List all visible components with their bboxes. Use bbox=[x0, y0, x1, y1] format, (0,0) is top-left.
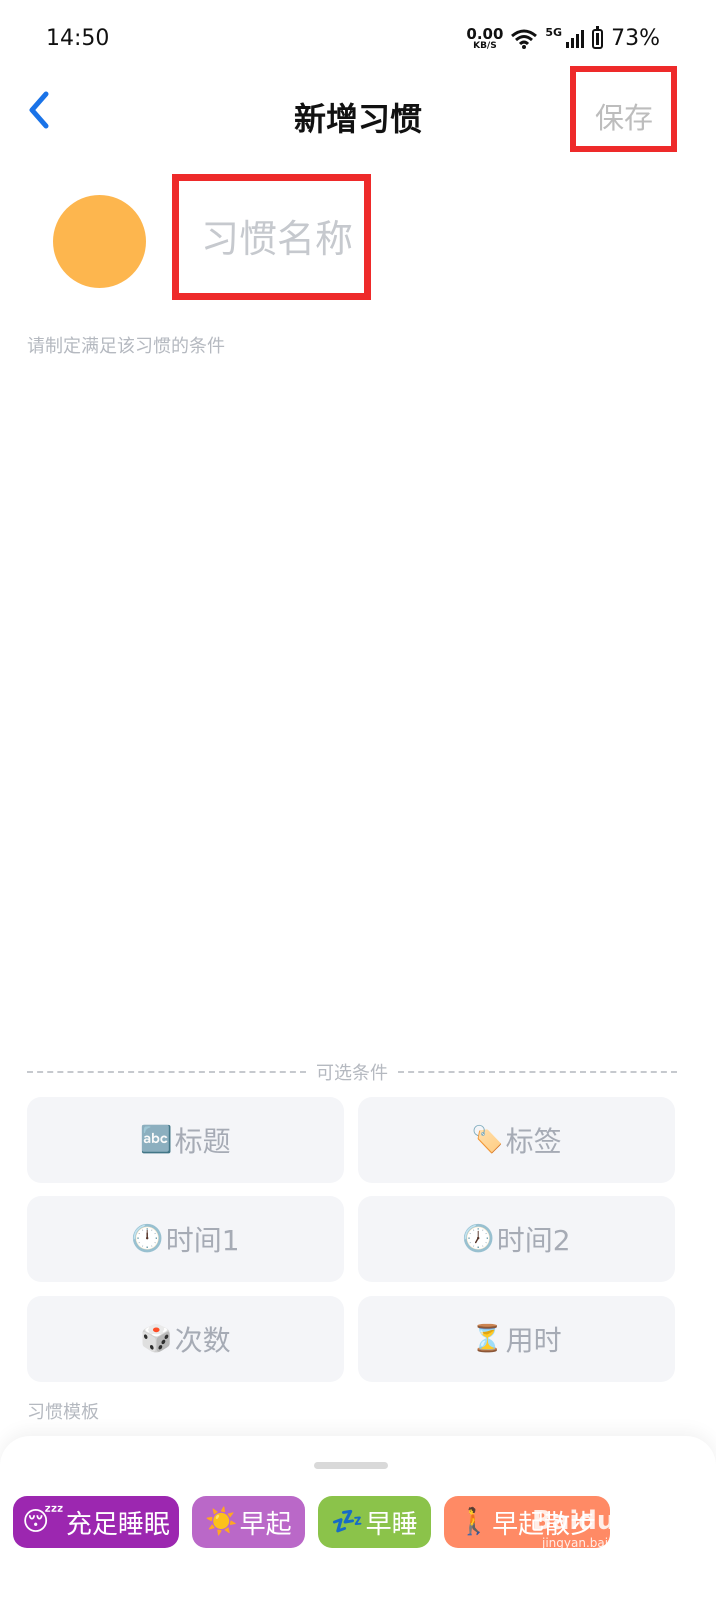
condition-time1-button[interactable]: 🕛 时间1 bbox=[27, 1196, 344, 1282]
watermark-logo: Baidu经验 bbox=[532, 1506, 668, 1536]
tag-icon: 🏷️ bbox=[471, 1125, 504, 1155]
sleeping-face-icon: 😴 bbox=[22, 1507, 64, 1537]
condition-tag-button[interactable]: 🏷️ 标签 bbox=[358, 1097, 675, 1183]
habit-color-picker[interactable] bbox=[53, 195, 146, 288]
habit-name-input[interactable] bbox=[185, 213, 381, 265]
condition-label: 用时 bbox=[505, 1324, 562, 1357]
dice-icon: 🎲 bbox=[140, 1324, 173, 1354]
chip-label: 早睡 bbox=[365, 1509, 418, 1540]
clock-icon: 🕛 bbox=[131, 1224, 164, 1254]
network-speed-unit: KB/S bbox=[473, 40, 497, 51]
network-type: 5G bbox=[545, 26, 563, 39]
divider-line bbox=[398, 1071, 677, 1073]
template-chip-early-sleep[interactable]: 💤 早睡 bbox=[318, 1496, 431, 1548]
condition-label: 时间1 bbox=[165, 1224, 240, 1257]
optional-divider: 可选条件 bbox=[27, 1059, 677, 1085]
zzz-icon: 💤 bbox=[331, 1507, 364, 1537]
clock-icon: 🕖 bbox=[462, 1224, 495, 1254]
conditions-hint: 请制定满足该习惯的条件 bbox=[27, 336, 225, 357]
condition-label: 标题 bbox=[174, 1125, 231, 1158]
status-indicators: 0.00 KB/S 5G 73% bbox=[466, 24, 660, 51]
divider-line bbox=[27, 1071, 306, 1073]
condition-time2-button[interactable]: 🕖 时间2 bbox=[358, 1196, 675, 1282]
watermark-url: jingyan.baidu.com bbox=[542, 1536, 653, 1550]
chip-label: 充足睡眠 bbox=[65, 1509, 170, 1540]
network-speed: 0.00 KB/S bbox=[466, 24, 504, 51]
wifi-icon bbox=[511, 29, 538, 49]
condition-duration-button[interactable]: ⏳ 用时 bbox=[358, 1296, 675, 1382]
condition-title-button[interactable]: 🔤 标题 bbox=[27, 1097, 344, 1183]
chip-label: 早起 bbox=[239, 1509, 292, 1540]
sheet-drag-handle[interactable] bbox=[314, 1462, 388, 1469]
template-chip-sleep[interactable]: 😴 充足睡眠 bbox=[13, 1496, 179, 1548]
condition-count-button[interactable]: 🎲 次数 bbox=[27, 1296, 344, 1382]
sun-icon: ☀️ bbox=[205, 1507, 238, 1537]
condition-label: 次数 bbox=[174, 1324, 231, 1357]
condition-label: 时间2 bbox=[496, 1224, 571, 1257]
hourglass-icon: ⏳ bbox=[471, 1324, 504, 1354]
battery-icon bbox=[592, 25, 604, 49]
abcd-icon: 🔤 bbox=[140, 1125, 173, 1155]
save-button[interactable]: 保存 bbox=[576, 95, 672, 137]
templates-label: 习惯模板 bbox=[27, 1402, 99, 1423]
optional-label: 可选条件 bbox=[316, 1063, 388, 1084]
network-speed-value: 0.00 bbox=[466, 24, 504, 43]
status-time: 14:50 bbox=[46, 26, 110, 51]
walking-person-icon: 🚶 bbox=[457, 1507, 491, 1537]
battery-percent: 73% bbox=[611, 26, 660, 51]
template-chip-early-rise[interactable]: ☀️ 早起 bbox=[192, 1496, 305, 1548]
signal-icon bbox=[566, 29, 585, 48]
condition-label: 标签 bbox=[505, 1125, 562, 1158]
